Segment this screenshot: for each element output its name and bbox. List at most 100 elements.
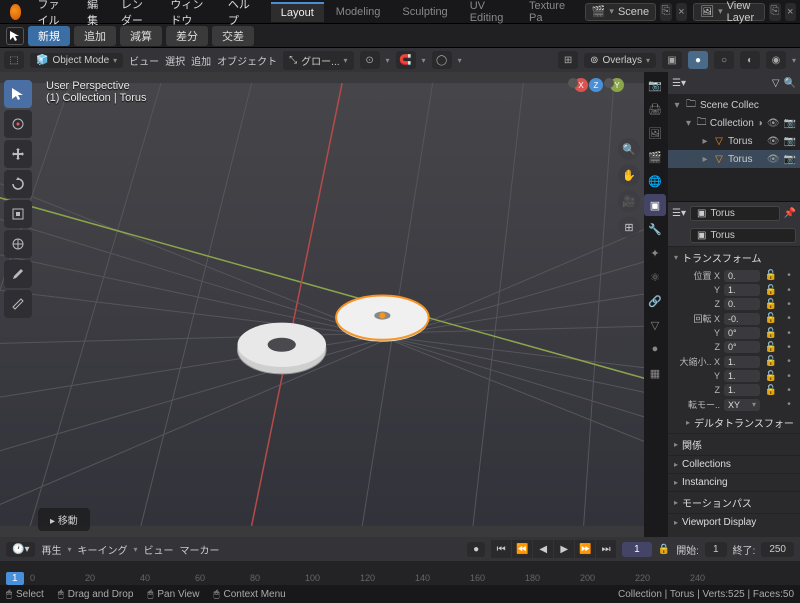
3d-viewport[interactable]: User Perspective (1) Collection | Torus … bbox=[0, 72, 644, 537]
viewlayer-selector[interactable]: 🖼 ▾ View Layer bbox=[693, 3, 765, 21]
zoom-icon[interactable]: 🔍 bbox=[618, 138, 640, 160]
relations-panel[interactable]: 関係 bbox=[682, 437, 702, 452]
cursor-tool-icon[interactable] bbox=[6, 27, 24, 45]
proptab-constraint-icon[interactable]: 🔗 bbox=[644, 290, 666, 312]
bool-add-button[interactable]: 追加 bbox=[74, 26, 116, 46]
vh-select[interactable]: 選択 bbox=[165, 53, 185, 68]
autokey-icon[interactable]: ● bbox=[467, 542, 485, 557]
rotmode-field[interactable]: XY ▾ bbox=[724, 399, 760, 411]
proptab-object-icon[interactable]: ▣ bbox=[644, 194, 666, 216]
tool-select-box[interactable] bbox=[4, 80, 32, 108]
bool-intersect-button[interactable]: 交差 bbox=[212, 26, 254, 46]
persp-ortho-icon[interactable]: ⊞ bbox=[618, 216, 640, 238]
render-icon[interactable]: 📷 bbox=[784, 118, 796, 129]
timeline-ruler[interactable]: 1 020406080100120140160180200220240 bbox=[0, 561, 800, 585]
shading-render-icon[interactable]: ◉ bbox=[766, 51, 786, 69]
nav-gizmo[interactable]: Z Y X bbox=[568, 78, 624, 134]
transform-panel-header[interactable]: トランスフォーム bbox=[682, 250, 762, 265]
tl-view[interactable]: ビュー bbox=[144, 542, 174, 557]
timeline-type-icon[interactable]: 🕐▾ bbox=[6, 542, 35, 557]
prop-editor-icon[interactable]: ☰▾ bbox=[672, 208, 686, 219]
motionpaths-panel[interactable]: モーションパス bbox=[682, 495, 752, 510]
outliner-obj-torus2[interactable]: ▸▽Torus👁📷 bbox=[668, 150, 800, 168]
scale-y-field[interactable]: 1. bbox=[724, 370, 760, 382]
orientation-selector[interactable]: ⤡グロー...▾ bbox=[283, 51, 353, 70]
jump-start-icon[interactable]: ⏮ bbox=[491, 540, 511, 558]
vh-object[interactable]: オブジェクト bbox=[217, 53, 277, 68]
axis-neg2-icon[interactable] bbox=[604, 78, 614, 88]
scale-x-field[interactable]: 1. bbox=[724, 356, 760, 368]
proptab-texture-icon[interactable]: ▦ bbox=[644, 362, 666, 384]
bool-diff-button[interactable]: 差分 bbox=[166, 26, 208, 46]
gizmo-toggle-icon[interactable]: ⊞ bbox=[558, 51, 578, 69]
collections-panel[interactable]: Collections bbox=[682, 459, 731, 470]
jump-end-icon[interactable]: ⏭ bbox=[596, 540, 616, 558]
play-reverse-icon[interactable]: ◀ bbox=[533, 540, 553, 558]
tool-cursor[interactable] bbox=[4, 110, 32, 138]
prop-context[interactable]: ▣Torus bbox=[690, 206, 780, 221]
propedit-icon[interactable]: ◯ bbox=[432, 51, 452, 69]
loc-z-field[interactable]: 0. bbox=[724, 298, 760, 310]
outliner-obj-torus1[interactable]: ▸▽Torus👁📷 bbox=[668, 132, 800, 150]
scene-new-icon[interactable]: ⎘ bbox=[660, 3, 671, 21]
axis-neg-icon[interactable] bbox=[568, 78, 578, 88]
scale-z-field[interactable]: 1. bbox=[724, 384, 760, 396]
viewportdisplay-panel[interactable]: Viewport Display bbox=[682, 517, 756, 528]
outliner-collection[interactable]: ▾🗀Collection◑👁📷 bbox=[668, 114, 800, 132]
outliner-search-icon[interactable]: 🔍 bbox=[784, 78, 796, 89]
render-icon[interactable]: 📷 bbox=[784, 136, 796, 147]
shading-matprev-icon[interactable]: ◐ bbox=[740, 51, 760, 69]
scene-delete-icon[interactable]: × bbox=[676, 3, 687, 21]
end-frame-field[interactable]: 250 bbox=[761, 542, 794, 557]
proptab-render-icon[interactable]: 📷 bbox=[644, 74, 666, 96]
tool-transform[interactable] bbox=[4, 230, 32, 258]
rot-x-field[interactable]: -0. bbox=[724, 313, 760, 325]
rot-z-field[interactable]: 0° bbox=[724, 341, 760, 353]
outliner-type-icon[interactable]: ☰▾ bbox=[672, 78, 686, 89]
vh-view[interactable]: ビュー bbox=[129, 53, 159, 68]
proptab-world-icon[interactable]: 🌐 bbox=[644, 170, 666, 192]
proptab-viewlayer-icon[interactable]: 🖼 bbox=[644, 122, 666, 144]
overlays-selector[interactable]: ⊚Overlays▾ bbox=[584, 53, 656, 68]
workspace-sculpting[interactable]: Sculpting bbox=[392, 3, 457, 21]
rot-y-field[interactable]: 0° bbox=[724, 327, 760, 339]
delta-transform-header[interactable]: デルタトランスフォー bbox=[694, 415, 794, 430]
eye-icon[interactable]: 👁 bbox=[767, 118, 780, 129]
vh-add[interactable]: 追加 bbox=[191, 53, 211, 68]
proptab-output-icon[interactable]: 🖨 bbox=[644, 98, 666, 120]
workspace-modeling[interactable]: Modeling bbox=[326, 3, 391, 21]
editor-type-icon[interactable]: ⬚ bbox=[4, 51, 24, 69]
loc-y-field[interactable]: 1. bbox=[724, 284, 760, 296]
xray-icon[interactable]: ▣ bbox=[662, 51, 682, 69]
lock-range-icon[interactable]: 🔒 bbox=[658, 544, 670, 555]
shading-wire-icon[interactable]: ○ bbox=[714, 51, 734, 69]
bool-sub-button[interactable]: 減算 bbox=[120, 26, 162, 46]
proptab-data-icon[interactable]: ▽ bbox=[644, 314, 666, 336]
snap-icon[interactable]: 🧲 bbox=[396, 51, 416, 69]
pan-hand-icon[interactable]: ✋ bbox=[618, 164, 640, 186]
keyframe-prev-icon[interactable]: ⏪ bbox=[512, 540, 532, 558]
eye-icon[interactable]: 👁 bbox=[767, 154, 780, 165]
instancing-panel[interactable]: Instancing bbox=[682, 477, 728, 488]
workspace-texture[interactable]: Texture Pa bbox=[519, 0, 577, 27]
tl-keying[interactable]: キーイング bbox=[78, 542, 128, 557]
tool-rotate[interactable] bbox=[4, 170, 32, 198]
keyframe-next-icon[interactable]: ⏩ bbox=[575, 540, 595, 558]
vis-icon[interactable]: ◑ bbox=[757, 118, 763, 129]
proptab-scene-icon[interactable]: 🎬 bbox=[644, 146, 666, 168]
pin-icon[interactable]: 📌 bbox=[784, 208, 796, 219]
tool-measure[interactable] bbox=[4, 290, 32, 318]
scene-selector[interactable]: 🎬 ▾ Scene bbox=[585, 3, 656, 21]
pivot-icon[interactable]: ⊙ bbox=[360, 51, 380, 69]
last-operator-panel[interactable]: ▸ 移動 bbox=[38, 508, 90, 531]
bool-new-button[interactable]: 新規 bbox=[28, 26, 70, 46]
axis-z-icon[interactable]: Z bbox=[589, 78, 603, 92]
eye-icon[interactable]: 👁 bbox=[767, 136, 780, 147]
proptab-physics-icon[interactable]: ⚛ bbox=[644, 266, 666, 288]
proptab-modifier-icon[interactable]: 🔧 bbox=[644, 218, 666, 240]
viewlayer-delete-icon[interactable]: × bbox=[785, 3, 796, 21]
object-name-field[interactable]: ▣Torus bbox=[690, 228, 796, 243]
render-icon[interactable]: 📷 bbox=[784, 154, 796, 165]
outliner-filter-icon[interactable]: ▽ bbox=[772, 78, 780, 89]
workspace-uvediting[interactable]: UV Editing bbox=[460, 0, 517, 27]
